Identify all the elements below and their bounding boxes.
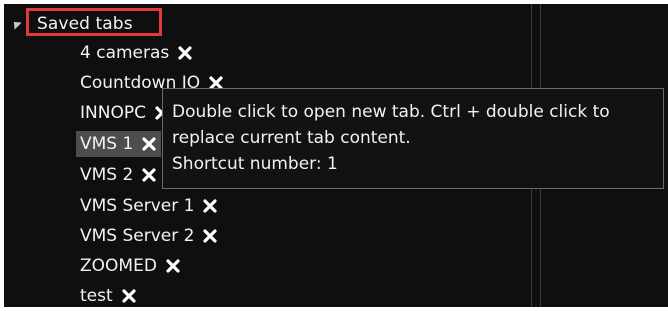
saved-tab-item[interactable]: VMS Server 1 — [76, 193, 222, 219]
saved-tab-label: VMS 1 — [80, 134, 134, 154]
close-x-icon[interactable] — [141, 136, 157, 152]
close-x-icon[interactable] — [177, 45, 193, 61]
saved-tab-label: VMS 2 — [80, 165, 134, 185]
tooltip-shortcut: Shortcut number: 1 — [172, 154, 338, 174]
saved-tab-label: INNOPC — [80, 103, 146, 123]
close-x-icon[interactable] — [121, 288, 137, 304]
close-x-icon[interactable] — [141, 167, 157, 183]
tooltip-line: Double click to open new tab. Ctrl + dou… — [172, 102, 610, 122]
close-x-icon[interactable] — [165, 258, 181, 274]
saved-tab-label: VMS Server 1 — [80, 196, 195, 216]
saved-tabs-panel: Saved tabs 4 cameras Countdown IO INNOPC… — [4, 4, 668, 307]
saved-tab-label: test — [80, 286, 113, 306]
saved-tab-item[interactable]: INNOPC — [76, 100, 174, 126]
saved-tabs-group-label[interactable]: Saved tabs — [37, 14, 133, 34]
saved-tab-item-selected[interactable]: VMS 1 — [76, 131, 162, 157]
saved-tab-label: ZOOMED — [80, 256, 157, 276]
tab-tooltip: Double click to open new tab. Ctrl + dou… — [162, 88, 664, 189]
collapse-triangle-icon[interactable] — [10, 18, 22, 30]
saved-tab-item[interactable]: 4 cameras — [76, 40, 197, 66]
saved-tab-label: VMS Server 2 — [80, 226, 195, 246]
close-x-icon[interactable] — [202, 228, 218, 244]
saved-tab-item[interactable]: VMS 2 — [76, 162, 161, 188]
saved-tab-item[interactable]: ZOOMED — [76, 253, 185, 279]
tooltip-line: replace current tab content. — [172, 128, 411, 148]
saved-tab-item[interactable]: VMS Server 2 — [76, 223, 222, 249]
close-x-icon[interactable] — [202, 198, 218, 214]
saved-tab-label: 4 cameras — [80, 43, 170, 63]
saved-tab-item[interactable]: test — [76, 283, 141, 307]
